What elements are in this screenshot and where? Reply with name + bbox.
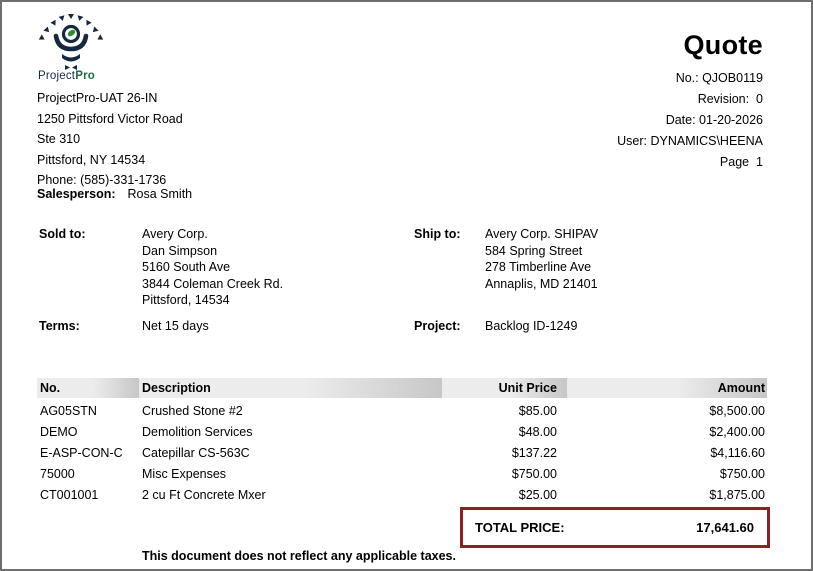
ship-to-section: Ship to: Avery Corp. SHIPAV 584 Spring S… <box>414 226 598 292</box>
item-no: 75000 <box>37 467 139 481</box>
ship-to-line: 278 Timberline Ave <box>485 259 598 276</box>
item-no: E-ASP-CON-C <box>37 446 139 460</box>
salesperson-label: Salesperson: <box>37 187 116 201</box>
table-row: AG05STN Crushed Stone #2 $85.00 $8,500.0… <box>37 400 767 421</box>
salesperson-value: Rosa Smith <box>128 187 193 201</box>
sold-to-address: Avery Corp. Dan Simpson 5160 South Ave 3… <box>142 226 283 309</box>
company-address-line: 1250 Pittsford Victor Road <box>37 109 183 130</box>
column-header-unit-price: Unit Price <box>442 378 567 398</box>
table-row: 75000 Misc Expenses $750.00 $750.00 <box>37 463 767 484</box>
project-value: Backlog ID-1249 <box>485 319 577 333</box>
ship-to-line: Avery Corp. SHIPAV <box>485 226 598 243</box>
item-unit-price: $750.00 <box>442 467 567 481</box>
item-unit-price: $85.00 <box>442 404 567 418</box>
terms-label: Terms: <box>39 319 142 333</box>
table-row: CT001001 2 cu Ft Concrete Mxer $25.00 $1… <box>37 484 767 505</box>
table-header-row: No. Description Unit Price Amount <box>37 378 767 398</box>
item-no: DEMO <box>37 425 139 439</box>
item-unit-price: $25.00 <box>442 488 567 502</box>
table-row: E-ASP-CON-C Catepillar CS-563C $137.22 $… <box>37 442 767 463</box>
column-header-amount: Amount <box>567 378 767 398</box>
line-items-table: No. Description Unit Price Amount AG05ST… <box>37 378 767 505</box>
projectpro-logo-icon <box>35 12 109 70</box>
company-address-line: Ste 310 <box>37 129 183 150</box>
quote-user: User: DYNAMICS\HEENA <box>617 131 763 152</box>
brand-text: ProjectPro <box>38 70 95 82</box>
table-row: DEMO Demolition Services $48.00 $2,400.0… <box>37 421 767 442</box>
item-description: Catepillar CS-563C <box>139 446 442 460</box>
quote-meta-block: No.: QJOB0119 Revision: 0 Date: 01-20-20… <box>617 68 763 173</box>
sold-to-label: Sold to: <box>39 226 142 309</box>
quote-document-page: ProjectPro ProjectPro-UAT 26-IN 1250 Pit… <box>0 0 813 571</box>
company-address-block: ProjectPro-UAT 26-IN 1250 Pittsford Vict… <box>37 88 183 191</box>
terms-row: Terms: Net 15 days <box>39 319 209 333</box>
item-amount: $8,500.00 <box>567 404 767 418</box>
total-price-label: TOTAL PRICE: <box>475 520 565 535</box>
total-price-value: 17,641.60 <box>696 520 754 535</box>
salesperson-row: Salesperson: Rosa Smith <box>37 187 192 201</box>
sold-to-line: Avery Corp. <box>142 226 283 243</box>
company-address-line: Pittsford, NY 14534 <box>37 150 183 171</box>
column-header-no: No. <box>37 378 139 398</box>
item-unit-price: $48.00 <box>442 425 567 439</box>
project-label: Project: <box>414 319 485 333</box>
item-amount: $2,400.00 <box>567 425 767 439</box>
sold-to-line: 3844 Coleman Creek Rd. <box>142 276 283 293</box>
ship-to-line: Annaplis, MD 21401 <box>485 276 598 293</box>
terms-value: Net 15 days <box>142 319 209 333</box>
page-title: Quote <box>684 30 764 61</box>
projectpro-logo: ProjectPro <box>35 12 155 70</box>
sold-to-line: Dan Simpson <box>142 243 283 260</box>
sold-to-line: Pittsford, 14534 <box>142 292 283 309</box>
ship-to-line: 584 Spring Street <box>485 243 598 260</box>
sold-to-section: Sold to: Avery Corp. Dan Simpson 5160 So… <box>39 226 283 309</box>
item-no: AG05STN <box>37 404 139 418</box>
item-amount: $750.00 <box>567 467 767 481</box>
ship-to-label: Ship to: <box>414 226 485 292</box>
ship-to-address: Avery Corp. SHIPAV 584 Spring Street 278… <box>485 226 598 292</box>
quote-revision: Revision: 0 <box>617 89 763 110</box>
sold-to-line: 5160 South Ave <box>142 259 283 276</box>
item-description: Misc Expenses <box>139 467 442 481</box>
brand-project: Project <box>38 70 75 82</box>
item-amount: $4,116.60 <box>567 446 767 460</box>
item-amount: $1,875.00 <box>567 488 767 502</box>
item-description: Crushed Stone #2 <box>139 404 442 418</box>
item-no: CT001001 <box>37 488 139 502</box>
item-unit-price: $137.22 <box>442 446 567 460</box>
tax-disclaimer-note: This document does not reflect any appli… <box>142 549 456 563</box>
company-name: ProjectPro-UAT 26-IN <box>37 88 183 109</box>
table-body: AG05STN Crushed Stone #2 $85.00 $8,500.0… <box>37 400 767 505</box>
total-price-box: TOTAL PRICE: 17,641.60 <box>460 507 770 548</box>
item-description: 2 cu Ft Concrete Mxer <box>139 488 442 502</box>
brand-pro: Pro <box>75 70 95 82</box>
project-row: Project: Backlog ID-1249 <box>414 319 577 333</box>
quote-date: Date: 01-20-2026 <box>617 110 763 131</box>
column-header-description: Description <box>139 378 442 398</box>
quote-page-number: Page 1 <box>617 152 763 173</box>
item-description: Demolition Services <box>139 425 442 439</box>
quote-number: No.: QJOB0119 <box>617 68 763 89</box>
